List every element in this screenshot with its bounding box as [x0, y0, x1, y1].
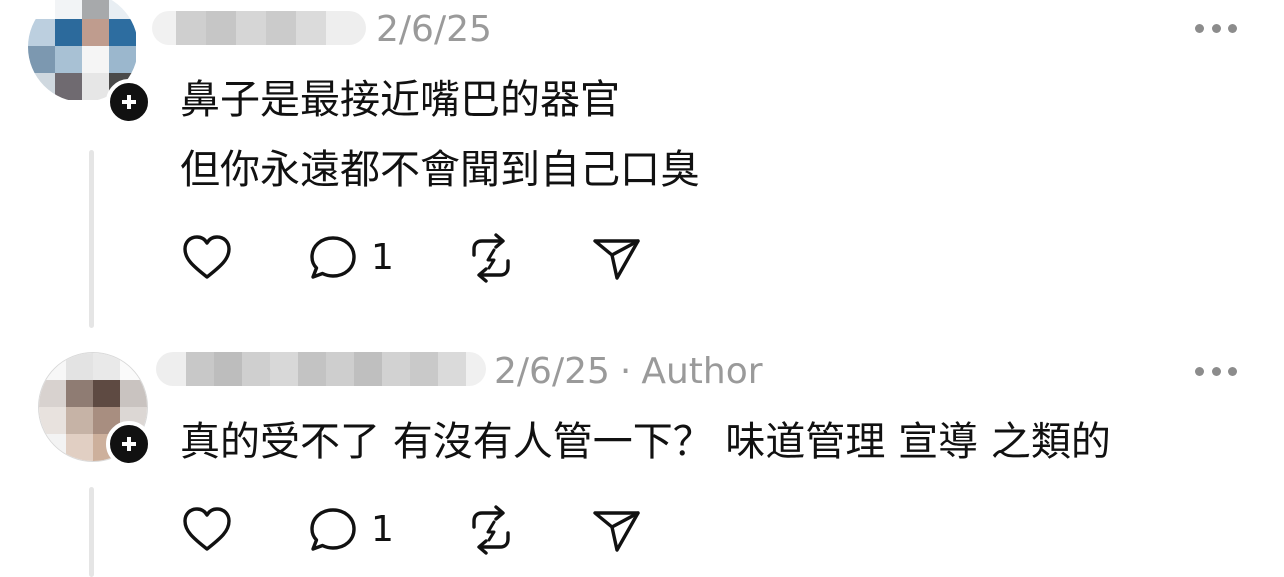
- post-meta: 2/6/25: [376, 10, 492, 50]
- repost-button[interactable]: [464, 233, 518, 283]
- follow-badge[interactable]: [106, 421, 152, 467]
- reply-button[interactable]: 1: [307, 505, 394, 555]
- reply-button[interactable]: 1: [307, 233, 394, 283]
- send-icon: [593, 511, 640, 552]
- like-button[interactable]: [180, 233, 234, 283]
- post-date[interactable]: 2/6/25: [376, 9, 492, 50]
- username-redacted[interactable]: [152, 11, 366, 45]
- repost-icon: [472, 233, 510, 283]
- like-button[interactable]: [180, 505, 234, 555]
- post-meta: 2/6/25 · Author: [494, 352, 763, 392]
- share-button[interactable]: [590, 505, 644, 555]
- reply-count: 1: [371, 509, 394, 550]
- meta-separator: ·: [619, 351, 632, 392]
- more-options-button[interactable]: [1195, 365, 1237, 377]
- comment-bubble-icon: [310, 508, 356, 551]
- post-date[interactable]: 2/6/25: [494, 351, 610, 392]
- post: 2/6/25 · Author 真的受不了 有沒有人管一下？ 味道管理 宣導 之類的…: [0, 340, 1284, 577]
- post-text-line: 但你永遠都不會聞到自己口臭: [180, 147, 700, 193]
- share-button[interactable]: [590, 233, 644, 283]
- repost-button[interactable]: [464, 505, 518, 555]
- follow-badge[interactable]: [106, 79, 152, 125]
- more-icon: [1195, 366, 1204, 376]
- comment-bubble-icon: [310, 236, 356, 279]
- repost-icon: [472, 505, 510, 555]
- post: 2/6/25 鼻子是最接近嘴巴的器官 但你永遠都不會聞到自己口臭 1: [0, 0, 1284, 330]
- more-options-button[interactable]: [1195, 22, 1237, 34]
- post-text-line: 真的受不了 有沒有人管一下？ 味道管理 宣導 之類的: [180, 419, 1111, 465]
- author-tag: Author: [641, 351, 763, 392]
- send-icon: [593, 239, 640, 280]
- thread-line: [89, 487, 94, 577]
- thread-line: [89, 150, 94, 328]
- post-text-line: 鼻子是最接近嘴巴的器官: [180, 77, 620, 123]
- heart-icon: [183, 507, 231, 551]
- reply-count: 1: [371, 237, 394, 278]
- username-redacted[interactable]: [156, 352, 486, 386]
- heart-icon: [183, 235, 231, 279]
- more-icon: [1195, 23, 1204, 33]
